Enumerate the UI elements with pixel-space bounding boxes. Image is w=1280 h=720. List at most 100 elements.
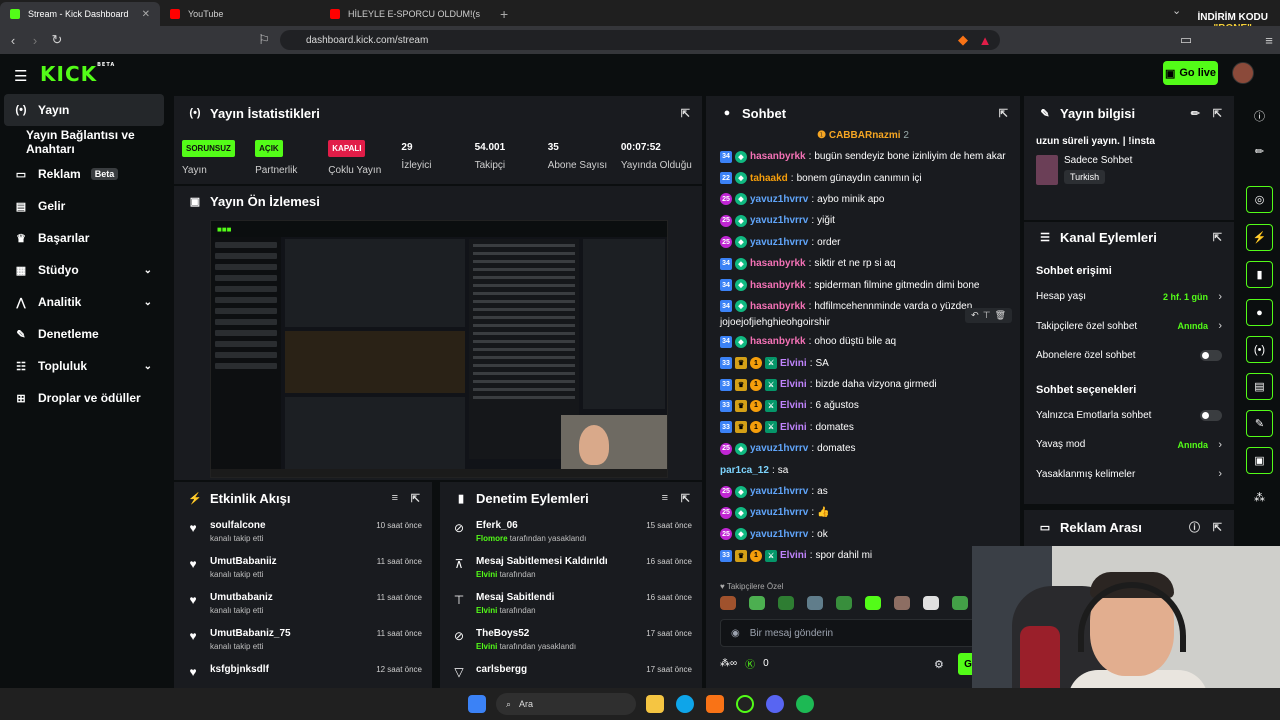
url-field[interactable]: dashboard.kick.com/stream: [280, 30, 1000, 50]
wrench-icon[interactable]: ✎: [1246, 410, 1273, 437]
file-explorer-icon[interactable]: [646, 695, 664, 713]
sidebar-item-moderation[interactable]: ✎ Denetleme: [0, 318, 170, 350]
community-icon[interactable]: ⁂∞: [720, 658, 737, 669]
chat-username[interactable]: yavuz1hvrrv: [750, 237, 808, 248]
chat-message[interactable]: 25 ◆ yavuz1hvrrv: yiğit: [706, 210, 1020, 231]
chat-message[interactable]: 25 ◆ yavuz1hvrrv: order: [706, 232, 1020, 253]
layout-icon[interactable]: ▤: [1246, 373, 1273, 400]
chat-icon[interactable]: ●: [1246, 299, 1273, 326]
emote-icon[interactable]: [720, 596, 736, 610]
hamburger-menu-icon[interactable]: ☰: [14, 67, 27, 85]
chat-username[interactable]: Elvini: [780, 422, 807, 433]
sidebar-item-community[interactable]: ☷ Topluluk ⌄: [0, 350, 170, 382]
filter-icon[interactable]: ≡: [392, 492, 398, 504]
chat-message[interactable]: 34 ◆ hasanbyrkk: hdfilmcehennminde varda o …: [706, 296, 1020, 323]
edit-icon[interactable]: ✏: [1191, 107, 1200, 120]
obs-icon[interactable]: [736, 695, 754, 713]
windows-start-icon[interactable]: [468, 695, 486, 713]
followers-only-setting[interactable]: Takipçilere özel sohbet Anında ›: [1024, 312, 1234, 342]
close-icon[interactable]: ✕: [142, 9, 150, 20]
popout-icon[interactable]: ⇱: [681, 492, 690, 505]
chat-username[interactable]: yavuz1hvrrv: [750, 486, 808, 497]
emote-icon[interactable]: [749, 596, 765, 610]
emote-icon[interactable]: [952, 596, 968, 610]
chat-message[interactable]: 34 ◆ hasanbyrkk: ohoo düştü bile aq: [706, 331, 1020, 352]
chat-username[interactable]: hasanbyrkk: [750, 336, 806, 347]
preview-icon[interactable]: ▣: [1246, 447, 1273, 474]
taskbar-search[interactable]: ⌕ Ara: [496, 693, 636, 715]
new-tab-icon[interactable]: +: [490, 2, 518, 26]
emote-icon[interactable]: [778, 596, 794, 610]
emote-icon[interactable]: [807, 596, 823, 610]
chat-message[interactable]: 25 ◆ yavuz1hvrrv: ok: [706, 524, 1020, 545]
sidebar-item-studio[interactable]: ▦ Stüdyo ⌄: [0, 254, 170, 286]
chat-message[interactable]: 25 ◆ yavuz1hvrrv: 👍: [706, 502, 1020, 523]
chat-username[interactable]: hasanbyrkk: [750, 280, 806, 291]
chat-message[interactable]: 25 ◆ yavuz1hvrrv: domates: [706, 438, 1020, 459]
emote-only-toggle[interactable]: [1200, 409, 1222, 421]
sidebar-item-drops[interactable]: ⊞ Droplar ve ödüller: [0, 382, 170, 414]
brave-icon[interactable]: [706, 695, 724, 713]
chat-message[interactable]: 34 ◆ hasanbyrkk: bugün sendeyiz bone izinli…: [706, 146, 1020, 167]
emote-icon[interactable]: [865, 596, 881, 610]
emoji-icon[interactable]: ◉: [731, 628, 740, 639]
chat-username[interactable]: yavuz1hvrrv: [750, 194, 808, 205]
bookmark-icon[interactable]: ⚐: [253, 32, 275, 48]
browser-tab-kick[interactable]: Stream - Kick Dashboard ✕: [0, 2, 160, 26]
popout-icon[interactable]: ⇱: [999, 107, 1008, 120]
chat-username[interactable]: Elvini: [780, 400, 807, 411]
sidebar-toggle-icon[interactable]: ▭: [1175, 32, 1197, 48]
slow-mode-setting[interactable]: Yavaş mod Anında ›: [1024, 430, 1234, 460]
chat-message[interactable]: 33 ♛ 1 ⚔ Elvini: bizde daha vizyona girmedi: [706, 374, 1020, 395]
stream-preview-video[interactable]: ■■■: [210, 220, 668, 478]
forward-icon[interactable]: ›: [24, 33, 46, 48]
spotify-icon[interactable]: [796, 695, 814, 713]
chat-message[interactable]: 33 ♛ 1 ⚔ Elvini: SA: [706, 353, 1020, 374]
edge-icon[interactable]: [676, 695, 694, 713]
chat-message[interactable]: 25 ◆ yavuz1hvrrv: as: [706, 481, 1020, 502]
sidebar-item-achievements[interactable]: ♛ Başarılar: [0, 222, 170, 254]
pin-icon[interactable]: ⊤: [983, 310, 991, 321]
chat-username[interactable]: Elvini: [780, 550, 807, 561]
rewards-icon[interactable]: ▲: [974, 33, 996, 48]
popout-icon[interactable]: ⇱: [1213, 107, 1222, 120]
popout-icon[interactable]: ⇱: [411, 492, 420, 505]
chat-message[interactable]: 34 ◆ hasanbyrkk: siktir et ne rp si aq: [706, 253, 1020, 274]
account-age-setting[interactable]: Hesap yaşı 2 hf. 1 gün ›: [1024, 282, 1234, 312]
popout-icon[interactable]: ⇱: [1213, 231, 1222, 244]
sidebar-item-stream-key[interactable]: Yayın Bağlantısı ve Anahtarı: [0, 126, 170, 158]
chat-message[interactable]: 33 ♛ 1 ⚔ Elvini:6 ağustos: [706, 395, 1020, 416]
chat-message[interactable]: par1ca_12: sa: [706, 459, 1020, 480]
document-icon[interactable]: ▮: [1246, 261, 1273, 288]
subs-only-toggle[interactable]: [1200, 350, 1222, 362]
chat-username[interactable]: yavuz1hvrrv: [750, 529, 808, 540]
avatar[interactable]: [1232, 62, 1254, 84]
focus-icon[interactable]: ◎: [1246, 186, 1273, 213]
chat-message[interactable]: 22 ◆ tahaakd: bonem günaydın canımın içi: [706, 167, 1020, 188]
chat-message[interactable]: 25 ◆ yavuz1hvrrv: aybo minik apo: [706, 189, 1020, 210]
info-icon[interactable]: ⓘ: [1246, 102, 1273, 129]
browser-tab-video[interactable]: HİLEYLE E-SPORCU OLDUM!(seçmele: [320, 2, 490, 26]
brave-shield-icon[interactable]: ◆: [952, 32, 974, 48]
chat-username[interactable]: hasanbyrkk: [750, 258, 806, 269]
chat-username[interactable]: yavuz1hvrrv: [750, 507, 808, 518]
chat-username[interactable]: Elvini: [780, 379, 807, 390]
chat-message-input[interactable]: ◉ Bir mesaj gönderin: [720, 619, 990, 647]
back-icon[interactable]: ‹: [2, 33, 24, 48]
popout-icon[interactable]: ⇱: [681, 107, 690, 120]
settings-icon[interactable]: ⚙: [934, 658, 944, 671]
broadcast-icon[interactable]: (•): [1246, 336, 1273, 363]
discord-icon[interactable]: [766, 695, 784, 713]
chat-username[interactable]: par1ca_12: [720, 465, 769, 476]
chat-message[interactable]: 34 ◆ hasanbyrkk: spiderman filmine gitmedin…: [706, 274, 1020, 295]
chat-username[interactable]: yavuz1hvrrv: [750, 443, 808, 454]
banned-words-setting[interactable]: Yasaklanmış kelimeler ›: [1024, 460, 1234, 490]
reload-icon[interactable]: ↻: [46, 32, 68, 48]
browser-tab-youtube[interactable]: YouTube: [160, 2, 320, 26]
filter-icon[interactable]: ≡: [662, 492, 668, 504]
chevron-down-icon[interactable]: ⌄: [1172, 4, 1181, 17]
pinned-gifter[interactable]: ❶ CABBARnazmi 2: [706, 130, 1020, 146]
community-icon[interactable]: ⁂: [1246, 484, 1273, 511]
sidebar-item-revenue[interactable]: ▤ Gelir: [0, 190, 170, 222]
chat-message[interactable]: 33 ♛ 1 ⚔ Elvini: domates: [706, 417, 1020, 438]
